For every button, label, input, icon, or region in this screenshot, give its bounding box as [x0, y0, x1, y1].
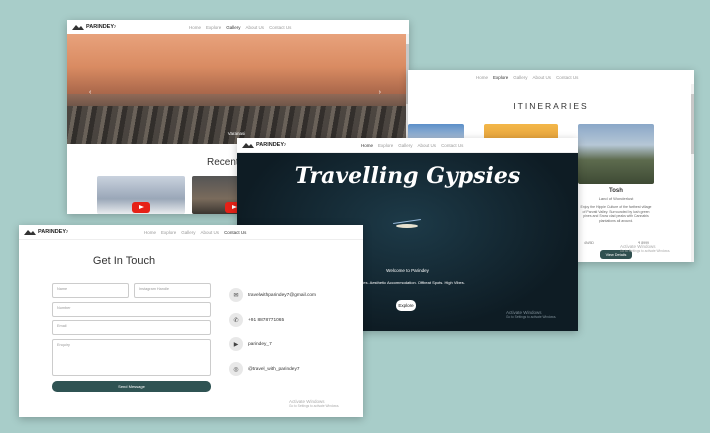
nav-contact[interactable]: Contact Us: [441, 143, 463, 148]
nav-contact[interactable]: Contact Us: [269, 25, 291, 30]
nav-contact[interactable]: Contact Us: [224, 230, 246, 235]
contact-instagram-text: @travel_with_parindey7: [248, 366, 300, 372]
navbar: PARINDEY 7 Home Explore Gallery About Us …: [19, 225, 363, 240]
instagram-field[interactable]: Instagram Handle: [134, 283, 211, 298]
hero-headline: Travelling Gypsies: [294, 163, 521, 189]
mountain-icon: [242, 143, 254, 148]
nav-about[interactable]: About Us: [533, 75, 552, 80]
instagram-icon: ◎: [229, 362, 243, 376]
next-arrow-icon[interactable]: ›: [379, 89, 381, 96]
card-description: Enjoy the Hippie Culture of the farthest…: [580, 205, 652, 223]
prev-arrow-icon[interactable]: ‹: [89, 89, 91, 96]
activate-windows-watermark: Activate Windows Go to Settings to activ…: [620, 244, 670, 254]
contact-email-text: travelwithparindey7@gmail.com: [248, 292, 317, 298]
nav-links: Home Explore Gallery About Us Contact Us: [476, 75, 578, 80]
activate-line2: Go to Settings to activate Windows.: [289, 404, 340, 408]
explore-button[interactable]: Explore: [396, 300, 416, 311]
carousel-caption: Varanasi: [227, 131, 246, 136]
brand-sup: 7: [114, 25, 116, 29]
nav-contact[interactable]: Contact Us: [556, 75, 578, 80]
video-thumbnail-1[interactable]: [97, 176, 185, 214]
navbar: Home Explore Gallery About Us Contact Us: [408, 70, 694, 84]
card-title: Tosh: [609, 188, 623, 194]
nav-explore[interactable]: Explore: [206, 25, 221, 30]
number-field[interactable]: Number: [52, 302, 211, 317]
send-message-button[interactable]: Send Message: [52, 381, 211, 392]
nav-gallery[interactable]: Gallery: [181, 230, 195, 235]
activate-windows-watermark: Activate Windows Go to Settings to activ…: [289, 399, 339, 409]
nav-links: Home Explore Gallery About Us Contact Us: [144, 230, 246, 235]
nav-links: Home Explore Gallery About Us Contact Us: [361, 143, 463, 148]
nav-gallery[interactable]: Gallery: [513, 75, 527, 80]
recent-heading: Recent: [207, 157, 239, 168]
brand-logo[interactable]: PARINDEY 7: [72, 24, 116, 30]
nav-home[interactable]: Home: [476, 75, 488, 80]
nav-explore[interactable]: Explore: [493, 75, 508, 80]
contact-heading: Get In Touch: [92, 255, 156, 267]
scrollbar[interactable]: [691, 84, 694, 262]
nav-explore[interactable]: Explore: [378, 143, 393, 148]
brand-logo[interactable]: PARINDEY 7: [24, 229, 68, 235]
mail-icon: ✉: [229, 288, 243, 302]
brand-sup: 7: [66, 230, 68, 234]
video-thumbnail-2[interactable]: [192, 176, 240, 214]
brand-logo[interactable]: PARINDEY 7: [242, 142, 286, 148]
contact-email[interactable]: ✉ travelwithparindey7@gmail.com: [229, 288, 316, 302]
phone-icon: ✆: [229, 313, 243, 327]
brand-name: PARINDEY: [86, 24, 115, 30]
email-field[interactable]: Email: [52, 320, 211, 335]
contact-youtube[interactable]: ▶ parindey_7: [229, 337, 272, 351]
contact-window: PARINDEY 7 Home Explore Gallery About Us …: [19, 225, 363, 417]
mountain-icon: [24, 230, 36, 235]
navbar: PARINDEY 7 Home Explore Gallery About Us …: [67, 20, 409, 35]
activate-windows-watermark: Activate Windows Go to Settings to activ…: [506, 310, 556, 320]
nav-gallery[interactable]: Gallery: [226, 25, 240, 30]
itineraries-title: ITINERARIES: [513, 101, 589, 111]
kayak-icon: [396, 224, 418, 228]
name-field[interactable]: Name: [52, 283, 129, 298]
nav-home[interactable]: Home: [144, 230, 156, 235]
nav-home[interactable]: Home: [361, 143, 373, 148]
activate-line2: Go to Settings to activate Windows.: [620, 249, 671, 253]
brand-name: PARINDEY: [38, 229, 67, 235]
nav-links: Home Explore Gallery About Us Contact Us: [189, 25, 291, 30]
hero-carousel: ‹ › Varanasi: [67, 34, 406, 144]
brand-sup: 7: [284, 143, 286, 147]
nav-home[interactable]: Home: [189, 25, 201, 30]
activate-line2: Go to Settings to activate Windows.: [506, 315, 557, 319]
contact-youtube-text: parindey_7: [248, 341, 272, 347]
mountain-icon: [72, 25, 84, 30]
youtube-play-icon[interactable]: [132, 202, 150, 213]
tosh-card-image[interactable]: [578, 124, 654, 184]
brand-name: PARINDEY: [256, 142, 285, 148]
enquiry-field[interactable]: Enquiry: [52, 339, 211, 376]
navbar: PARINDEY 7 Home Explore Gallery About Us …: [237, 138, 578, 153]
card-subtitle: Land of Wonderlust: [598, 196, 634, 201]
nav-explore[interactable]: Explore: [161, 230, 176, 235]
contact-instagram[interactable]: ◎ @travel_with_parindey7: [229, 362, 300, 376]
contact-phone[interactable]: ✆ +91 8878771065: [229, 313, 284, 327]
contact-phone-text: +91 8878771065: [248, 317, 285, 323]
youtube-icon: ▶: [229, 337, 243, 351]
nav-about[interactable]: About Us: [201, 230, 220, 235]
nav-about[interactable]: About Us: [246, 25, 265, 30]
nav-gallery[interactable]: Gallery: [398, 143, 412, 148]
card-duration: 4N/5D: [584, 241, 594, 245]
nav-about[interactable]: About Us: [418, 143, 437, 148]
